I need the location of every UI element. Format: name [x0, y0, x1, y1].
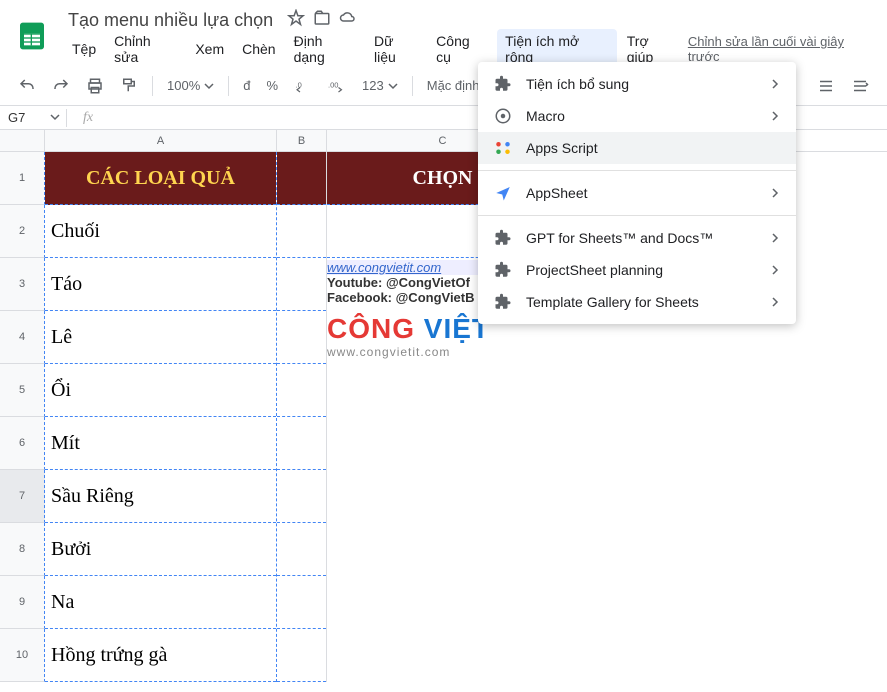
cell[interactable]	[277, 258, 326, 311]
row-header[interactable]: 8	[0, 523, 45, 576]
percent-button[interactable]: %	[260, 74, 284, 97]
dd-gpt[interactable]: GPT for Sheets™ and Docs™	[478, 222, 796, 254]
more-formats-button[interactable]: 123	[356, 74, 404, 97]
row-header[interactable]: 6	[0, 417, 45, 470]
dd-template-gallery[interactable]: Template Gallery for Sheets	[478, 286, 796, 318]
chevron-right-icon	[770, 185, 780, 201]
extensions-dropdown: Tiện ích bổ sung Macro Apps Script AppSh…	[478, 62, 796, 324]
row-header[interactable]: 5	[0, 364, 45, 417]
chevron-right-icon	[770, 76, 780, 92]
formula-label: fx	[73, 110, 103, 126]
cell[interactable]	[277, 523, 326, 576]
menu-data[interactable]: Dữ liệu	[366, 29, 426, 69]
sheets-logo[interactable]	[12, 16, 52, 56]
cell[interactable]	[277, 205, 326, 258]
svg-text:.00: .00	[328, 80, 338, 89]
addon-icon	[494, 293, 512, 311]
chevron-down-icon[interactable]	[50, 109, 60, 127]
appsheet-icon	[494, 184, 512, 202]
currency-button[interactable]: đ	[237, 74, 256, 97]
row-header[interactable]: 4	[0, 311, 45, 364]
addon-icon	[494, 261, 512, 279]
dd-projectsheet[interactable]: ProjectSheet planning	[478, 254, 796, 286]
paint-format-button[interactable]	[114, 71, 144, 101]
dd-appsheet[interactable]: AppSheet	[478, 177, 796, 209]
cell[interactable]	[277, 629, 326, 682]
chevron-right-icon	[770, 108, 780, 124]
dd-macro[interactable]: Macro	[478, 100, 796, 132]
record-icon	[494, 107, 512, 125]
row-header[interactable]: 2	[0, 205, 45, 258]
dd-apps-script[interactable]: Apps Script	[478, 132, 796, 164]
dd-addons[interactable]: Tiện ích bổ sung	[478, 68, 796, 100]
cell[interactable]	[277, 576, 326, 629]
name-box[interactable]: G7	[0, 110, 50, 125]
undo-button[interactable]	[12, 71, 42, 101]
cell-b1[interactable]	[277, 152, 326, 205]
more-button[interactable]	[845, 71, 875, 101]
cell[interactable]: Hồng trứng gà	[45, 629, 276, 682]
dec-decrease-button[interactable]: .0	[288, 71, 318, 101]
cell[interactable]	[277, 364, 326, 417]
cell[interactable]	[277, 311, 326, 364]
menu-edit[interactable]: Chỉnh sửa	[106, 29, 185, 69]
col-header-b[interactable]: B	[277, 130, 327, 151]
puzzle-icon	[494, 75, 512, 93]
cell[interactable]	[277, 470, 326, 523]
chevron-right-icon	[770, 230, 780, 246]
apps-script-icon	[494, 139, 512, 157]
cell-a1[interactable]: CÁC LOẠI QUẢ	[45, 152, 276, 205]
dec-increase-button[interactable]: .00	[322, 71, 352, 101]
cell[interactable]: Táo	[45, 258, 276, 311]
row-header[interactable]: 10	[0, 629, 45, 682]
zoom-select[interactable]: 100%	[161, 74, 220, 97]
chevron-right-icon	[770, 262, 780, 278]
redo-button[interactable]	[46, 71, 76, 101]
row-header[interactable]: 3	[0, 258, 45, 311]
cell[interactable]: Lê	[45, 311, 276, 364]
row-header[interactable]: 9	[0, 576, 45, 629]
align-button[interactable]	[811, 71, 841, 101]
chevron-right-icon	[770, 294, 780, 310]
cell[interactable]: Bưởi	[45, 523, 276, 576]
print-button[interactable]	[80, 71, 110, 101]
cell[interactable]: Ổi	[45, 364, 276, 417]
cell[interactable]	[277, 417, 326, 470]
addon-icon	[494, 229, 512, 247]
menu-view[interactable]: Xem	[187, 37, 232, 61]
last-edit-link[interactable]: Chỉnh sửa lần cuối vài giây trước	[688, 34, 875, 64]
menubar: Tệp Chỉnh sửa Xem Chèn Định dạng Dữ liệu…	[64, 34, 875, 64]
row-header[interactable]: 1	[0, 152, 45, 205]
cell[interactable]: Chuối	[45, 205, 276, 258]
menu-file[interactable]: Tệp	[64, 37, 104, 61]
cell[interactable]: Mít	[45, 417, 276, 470]
col-header-a[interactable]: A	[45, 130, 277, 151]
menu-format[interactable]: Định dạng	[286, 29, 364, 69]
select-all-corner[interactable]	[0, 130, 45, 151]
cell[interactable]: Na	[45, 576, 276, 629]
cell[interactable]: Sầu Riêng	[45, 470, 276, 523]
menu-insert[interactable]: Chèn	[234, 37, 283, 61]
row-header[interactable]: 7	[0, 470, 45, 523]
